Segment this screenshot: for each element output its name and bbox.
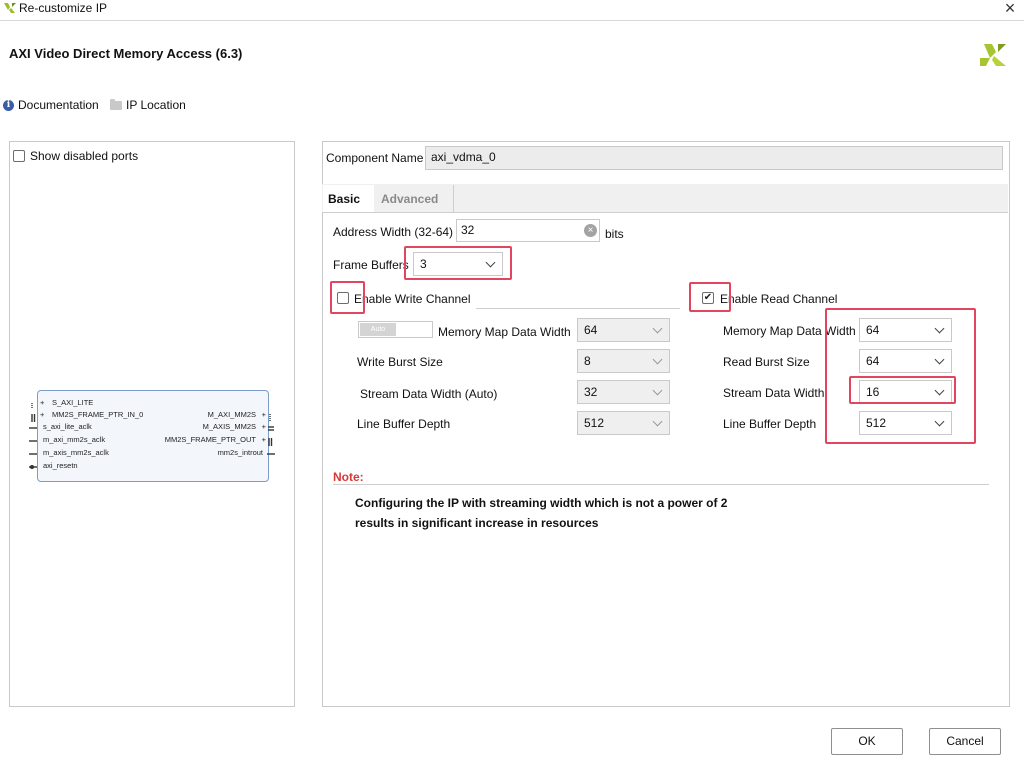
- note-line-2: results in significant increase in resou…: [355, 516, 599, 530]
- title-bar: [0, 0, 1024, 20]
- xilinx-logo-icon: [980, 44, 1006, 66]
- highlight-read-stream-width: [849, 376, 956, 404]
- window-title: Re-customize IP: [19, 1, 108, 15]
- chevron-down-icon: [652, 323, 663, 334]
- write-burst-size-value: 8: [584, 354, 591, 368]
- component-name-field[interactable]: axi_vdma_0: [425, 146, 1003, 170]
- tab-basic[interactable]: Basic: [323, 185, 374, 212]
- frame-buffers-label: Frame Buffers: [333, 258, 409, 272]
- port-pins: [29, 403, 275, 469]
- info-icon: i: [3, 99, 14, 111]
- address-width-unit: bits: [605, 227, 624, 241]
- note-label: Note:: [333, 470, 364, 484]
- chevron-down-icon: [652, 354, 663, 365]
- write-line-buffer-dropdown[interactable]: 512: [577, 411, 670, 435]
- highlight-write-checkbox: [330, 281, 365, 314]
- ip-title: AXI Video Direct Memory Access (6.3): [9, 46, 243, 61]
- title-separator: [0, 20, 1024, 21]
- documentation-link[interactable]: i Documentation: [3, 98, 99, 112]
- show-disabled-ports-label: Show disabled ports: [30, 149, 139, 163]
- write-stream-width-value: 32: [584, 385, 598, 399]
- read-line-buffer-label: Line Buffer Depth: [723, 417, 817, 431]
- close-icon[interactable]: ×: [1000, 0, 1020, 19]
- auto-toggle[interactable]: Auto: [358, 321, 433, 338]
- read-stream-width-label: Stream Data Width: [723, 386, 825, 400]
- cancel-button[interactable]: Cancel: [929, 728, 1001, 755]
- chevron-down-icon: [652, 416, 663, 427]
- enable-read-channel-label: Enable Read Channel: [720, 292, 838, 306]
- write-burst-size-dropdown[interactable]: 8: [577, 349, 670, 373]
- address-width-input[interactable]: 32: [456, 219, 600, 242]
- ok-button[interactable]: OK: [831, 728, 903, 755]
- write-channel-separator: [476, 308, 680, 309]
- note-line-1: Configuring the IP with streaming width …: [355, 496, 728, 510]
- write-burst-size-label: Write Burst Size: [357, 355, 443, 369]
- write-mm-data-width-label: Memory Map Data Width: [438, 325, 571, 339]
- highlight-frame-buffers: [404, 246, 512, 280]
- tab-advanced[interactable]: Advanced: [375, 185, 454, 212]
- clear-icon[interactable]: ×: [584, 224, 597, 237]
- toggle-knob: Auto: [360, 323, 396, 336]
- enable-write-channel-label: Enable Write Channel: [354, 292, 471, 306]
- write-stream-width-label: Stream Data Width (Auto): [360, 387, 498, 401]
- write-mm-data-width-value: 64: [584, 323, 598, 337]
- read-burst-size-label: Read Burst Size: [723, 355, 810, 369]
- write-line-buffer-label: Line Buffer Depth: [357, 417, 451, 431]
- address-width-label: Address Width (32-64): [333, 225, 454, 239]
- folder-icon: [110, 98, 122, 110]
- write-mm-data-width-dropdown[interactable]: 64: [577, 318, 670, 342]
- note-text: Configuring the IP with streaming width …: [355, 493, 727, 533]
- highlight-read-checkbox: [689, 282, 731, 312]
- documentation-label: Documentation: [18, 98, 99, 112]
- show-disabled-ports-checkbox[interactable]: [13, 150, 25, 162]
- note-separator: [333, 484, 989, 485]
- show-disabled-ports[interactable]: Show disabled ports: [13, 149, 138, 163]
- xilinx-app-icon: [4, 3, 16, 13]
- component-name-label: Component Name: [326, 151, 424, 165]
- ip-location-link[interactable]: IP Location: [110, 98, 186, 112]
- write-line-buffer-value: 512: [584, 416, 605, 430]
- ip-location-label: IP Location: [126, 98, 186, 112]
- write-stream-width-dropdown[interactable]: 32: [577, 380, 670, 404]
- chevron-down-icon: [652, 385, 663, 396]
